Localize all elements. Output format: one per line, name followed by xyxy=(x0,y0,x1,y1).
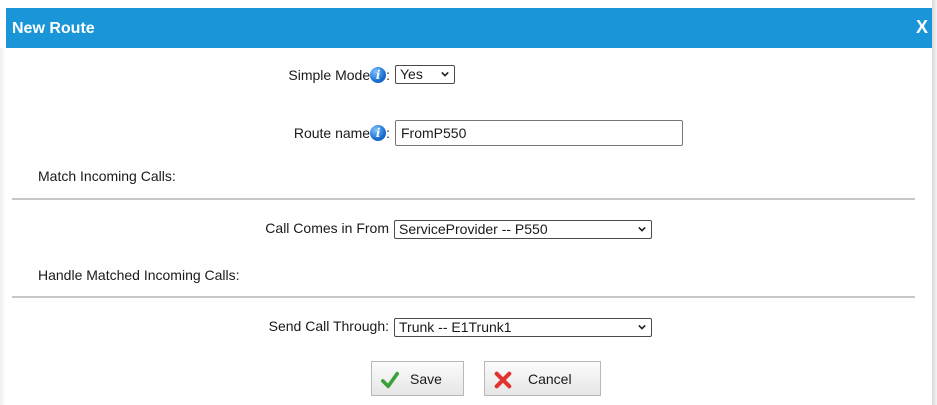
route-name-colon: : xyxy=(386,125,390,141)
section-divider xyxy=(12,296,915,298)
route-name-input[interactable]: FromP550 xyxy=(395,120,683,146)
section-divider xyxy=(12,198,915,200)
info-icon[interactable]: i xyxy=(370,67,387,83)
x-mark-icon xyxy=(494,371,512,389)
simple-mode-label-group: Simple Mode i: xyxy=(190,67,390,83)
call-comes-from-label: Call Comes in From xyxy=(265,220,389,236)
dialog-edge xyxy=(0,48,6,405)
close-button[interactable]: X xyxy=(916,17,928,38)
info-icon[interactable]: i xyxy=(370,125,387,141)
chevron-down-icon xyxy=(441,71,449,77)
route-name-label-group: Route name i: xyxy=(190,125,390,141)
cancel-label: Cancel xyxy=(528,371,572,387)
send-call-through-select[interactable]: Trunk -- E1Trunk1 xyxy=(394,318,652,337)
save-label: Save xyxy=(410,371,442,387)
simple-mode-value: Yes xyxy=(400,66,423,82)
handle-matched-calls-heading: Handle Matched Incoming Calls: xyxy=(38,267,240,283)
call-comes-from-value: ServiceProvider -- P550 xyxy=(399,221,548,237)
chevron-down-icon xyxy=(638,226,646,232)
chevron-down-icon xyxy=(638,324,646,330)
dialog-shadow xyxy=(932,0,937,405)
call-comes-from-select[interactable]: ServiceProvider -- P550 xyxy=(394,220,652,239)
route-name-value: FromP550 xyxy=(401,125,467,141)
dialog-title-bar: New Route X xyxy=(6,8,932,48)
route-name-label: Route name xyxy=(293,125,371,141)
dialog-title: New Route xyxy=(12,20,95,37)
match-incoming-calls-heading: Match Incoming Calls: xyxy=(38,168,176,184)
cancel-button[interactable]: Cancel xyxy=(484,361,601,396)
save-button[interactable]: Save xyxy=(371,361,464,396)
simple-mode-label: Simple Mode xyxy=(288,67,371,83)
send-call-through-value: Trunk -- E1Trunk1 xyxy=(399,319,512,335)
simple-mode-colon: : xyxy=(386,67,390,83)
send-call-through-label: Send Call Through: xyxy=(268,318,389,334)
checkmark-icon xyxy=(381,371,399,389)
simple-mode-select[interactable]: Yes xyxy=(395,65,455,84)
